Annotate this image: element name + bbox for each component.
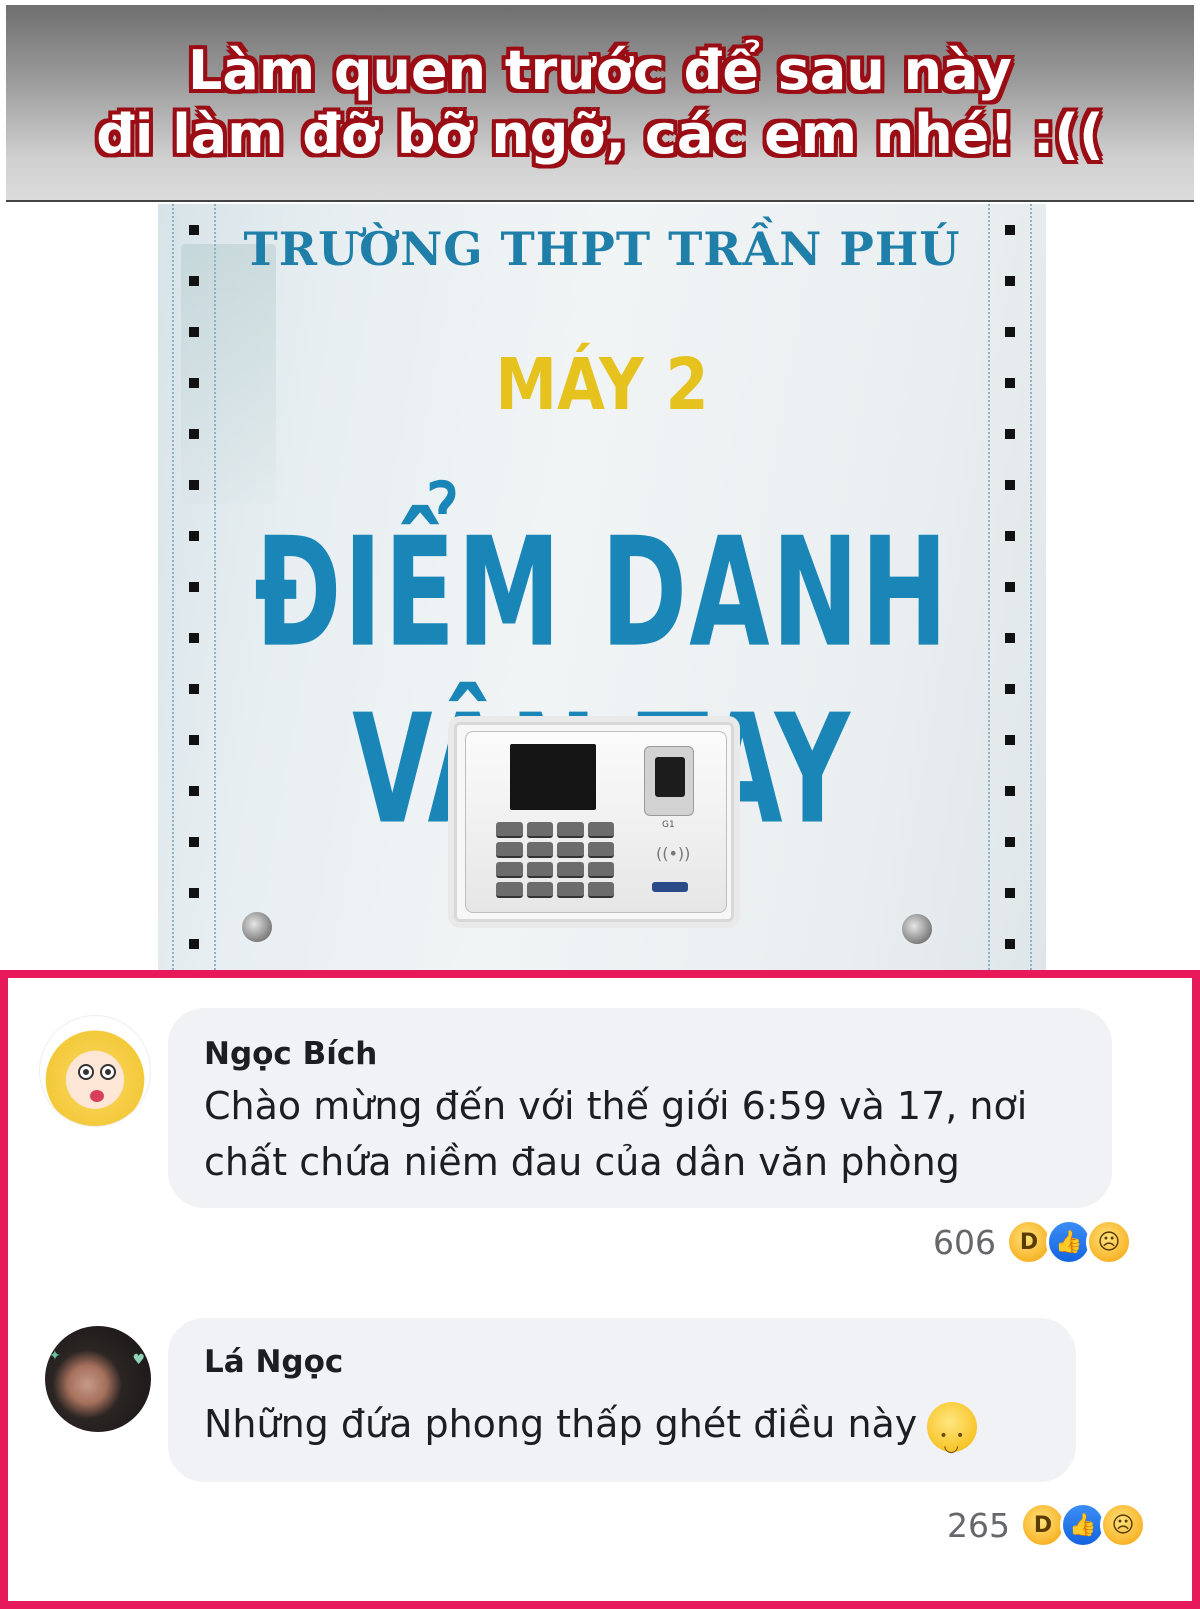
slightly-smiling-face-icon: [927, 1401, 978, 1474]
fingerprint-sensor: [644, 746, 694, 816]
reaction-summary[interactable]: 606 D 👍 ☹: [933, 1219, 1132, 1265]
fingerprint-machine-photo: TRƯỜNG THPT TRẦN PHÚ MÁY 2 ĐIỂM DANH VÂN…: [6, 204, 1194, 970]
sign-school-name: TRƯỜNG THPT TRẦN PHÚ: [243, 222, 961, 276]
screw-icon: [242, 912, 272, 942]
device-keypad: [496, 822, 614, 898]
meme-caption-banner: Làm quen trước để sau này đi làm đỡ bỡ n…: [6, 5, 1194, 202]
device-mount: G1 ((•)): [454, 722, 734, 922]
comment-author[interactable]: Ngọc Bích: [204, 1036, 377, 1072]
comments-section: Ngọc Bích Chào mừng đến với thế giới 6:5…: [0, 970, 1200, 1609]
caption-line-2: đi làm đỡ bỡ ngỡ, các em nhé! :((: [96, 102, 1104, 166]
comment-text: Chào mừng đến với thế giới 6:59 và 17, n…: [204, 1084, 1028, 1184]
rfid-icon: ((•)): [656, 844, 691, 863]
rfid-slot: [652, 882, 688, 892]
comment-bubble: Lá Ngọc Những đứa phong thấp ghét điều n…: [168, 1318, 1076, 1482]
sign-machine-number: MÁY 2: [495, 342, 709, 427]
reaction-summary[interactable]: 265 D 👍 ☹: [947, 1502, 1146, 1548]
comment-bubble: Ngọc Bích Chào mừng đến với thế giới 6:5…: [168, 1008, 1112, 1208]
sparkle-icon: ✦: [49, 1348, 61, 1364]
reaction-count: 265: [947, 1505, 1010, 1545]
fingerprint-scanner-device: G1 ((•)): [465, 731, 727, 913]
device-model-label: G1: [662, 820, 675, 830]
avatar[interactable]: [39, 1015, 151, 1127]
heart-icon: ♥: [132, 1352, 145, 1368]
comment-text: Những đứa phong thấp ghét điều này: [204, 1402, 918, 1446]
caption-line-1: Làm quen trước để sau này: [187, 38, 1012, 102]
comment-author[interactable]: Lá Ngọc: [204, 1344, 343, 1380]
fingerprint-sensor-window: [655, 757, 685, 797]
screw-icon: [902, 914, 932, 944]
device-screen: [510, 744, 596, 810]
sad-icon: ☹: [1100, 1502, 1146, 1548]
comment-text-row: Những đứa phong thấp ghét điều này: [204, 1396, 1064, 1474]
avatar[interactable]: ✦ ♥: [45, 1326, 151, 1432]
sad-icon: ☹: [1086, 1219, 1132, 1265]
reaction-count: 606: [933, 1222, 996, 1262]
